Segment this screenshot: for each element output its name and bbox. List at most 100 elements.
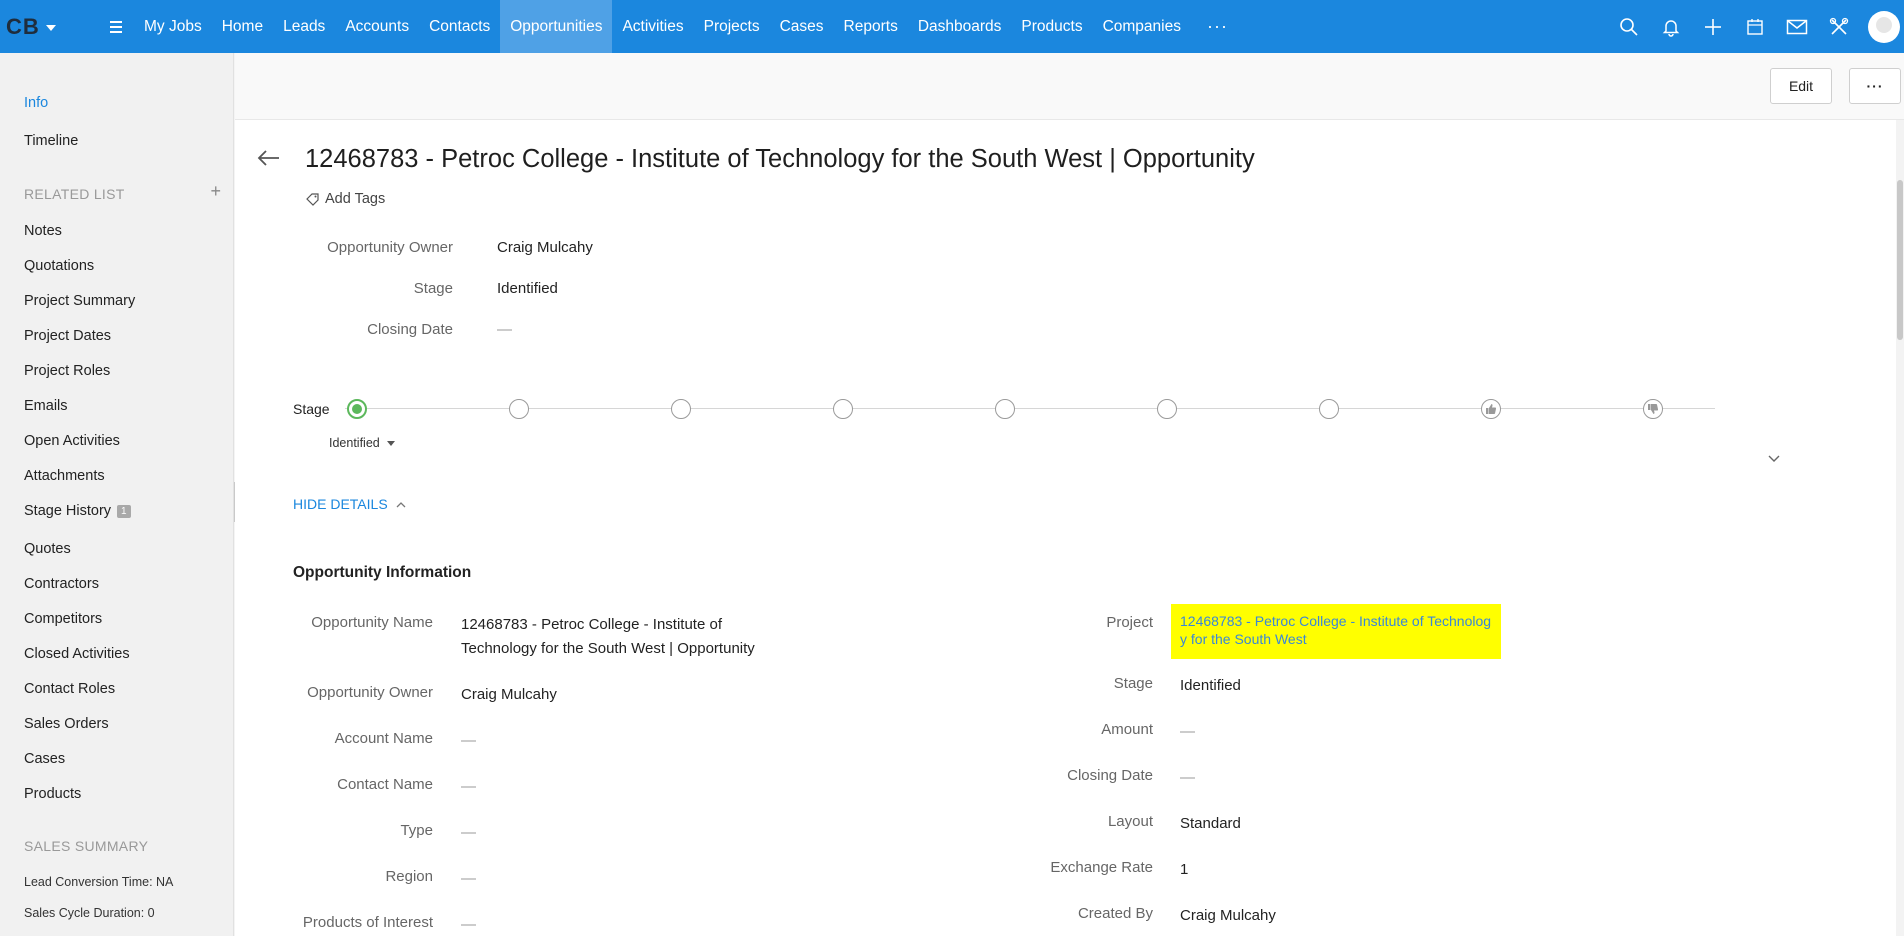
avatar[interactable] [1868,10,1900,43]
sidebar-item-contact-roles[interactable]: Contact Roles [24,681,115,697]
field-label-region: Region [385,868,433,885]
mail-icon[interactable] [1776,0,1818,53]
stage-closed-lost-step[interactable] [1643,399,1663,419]
nav-item-home[interactable]: Home [212,0,273,53]
nav-more-button[interactable]: ··· [1191,0,1244,53]
thumbs-up-icon [1486,404,1497,414]
sidebar-item-timeline[interactable]: Timeline [24,133,78,149]
calendar-icon[interactable] [1734,0,1776,53]
bell-icon[interactable] [1650,0,1692,53]
tools-icon[interactable] [1818,0,1860,53]
scrollbar-thumb[interactable] [1897,180,1903,340]
sidebar-item-closed-activities[interactable]: Closed Activities [24,646,130,662]
related-list-title: RELATED LIST [24,186,125,202]
summary-closing-date-label: Closing Date [367,321,453,338]
scrollbar[interactable] [1896,120,1904,936]
stage-step-7[interactable] [1319,399,1339,419]
add-tags-button[interactable]: Add Tags [305,191,385,207]
stage-step-3[interactable] [671,399,691,419]
stage-dropdown[interactable]: Identified [329,436,395,450]
nav-item-activities[interactable]: Activities [612,0,693,53]
sidebar-item-project-roles[interactable]: Project Roles [24,363,110,379]
sidebar-item-project-dates[interactable]: Project Dates [24,328,111,344]
nav-item-contacts[interactable]: Contacts [419,0,500,53]
sidebar-item-quotes[interactable]: Quotes [24,541,71,557]
sidebar-item-quotations[interactable]: Quotations [24,258,94,274]
field-label-contact-name: Contact Name [337,776,433,793]
field-value-type: — [461,824,476,841]
back-arrow-icon[interactable] [257,149,281,172]
brand-caret-icon [45,24,56,31]
field-value-opportunity-name: 12468783 - Petroc College - Institute of… [461,616,755,657]
stage-step-5[interactable] [995,399,1015,419]
brand-menu[interactable]: CB [0,0,98,53]
nav-item-products[interactable]: Products [1011,0,1092,53]
stage-history-count-badge: 1 [117,504,131,518]
field-value-amount: — [1180,723,1195,740]
section-title: Opportunity Information [293,564,472,581]
hide-details-toggle[interactable]: HIDE DETAILS [293,496,406,512]
field-value-closing-date: — [1180,769,1195,786]
stage-expand-icon[interactable] [1768,450,1780,468]
chevron-up-icon [396,501,406,507]
nav-item-reports[interactable]: Reports [834,0,908,53]
sidebar-item-stage-history[interactable]: Stage History 1 [24,503,131,519]
stage-progress-line [345,408,1715,409]
search-icon[interactable] [1608,0,1650,53]
sales-summary-title: SALES SUMMARY [24,838,149,854]
nav-item-dashboards[interactable]: Dashboards [908,0,1012,53]
nav-item-accounts[interactable]: Accounts [335,0,419,53]
stage-progress-label: Stage [293,401,330,417]
summary-stage-label: Stage [413,280,453,297]
nav-item-projects[interactable]: Projects [694,0,770,53]
hamburger-icon[interactable] [98,20,134,33]
sidebar-item-products[interactable]: Products [24,786,81,802]
brand-logo: CB [6,13,40,39]
sidebar-item-project-summary[interactable]: Project Summary [24,293,135,309]
stage-dropdown-value: Identified [329,436,380,450]
plus-icon[interactable] [1692,0,1734,53]
sidebar-item-open-activities[interactable]: Open Activities [24,433,120,449]
sidebar-item-sales-orders[interactable]: Sales Orders [24,716,109,732]
field-value-exchange-rate: 1 [1180,861,1189,878]
stage-step-4[interactable] [833,399,853,419]
main-content: Edit ··· 12468783 - Petroc College - Ins… [235,53,1904,936]
nav-item-my-jobs[interactable]: My Jobs [134,0,212,53]
nav-item-cases[interactable]: Cases [770,0,834,53]
field-value-region: — [461,870,476,887]
stage-closed-won-step[interactable] [1481,399,1501,419]
stage-step-6[interactable] [1157,399,1177,419]
lead-conversion-time: Lead Conversion Time: NA [24,875,174,889]
hide-details-label: HIDE DETAILS [293,496,388,512]
sidebar-item-contractors[interactable]: Contractors [24,576,99,592]
sidebar-item-competitors[interactable]: Competitors [24,611,102,627]
stage-step-2[interactable] [509,399,529,419]
field-label-opportunity-owner: Opportunity Owner [307,684,433,701]
tag-icon [306,193,319,206]
add-related-list-button[interactable]: + [210,181,221,202]
nav-item-opportunities[interactable]: Opportunities [500,0,613,53]
field-label-products-of-interest: Products of Interest [302,914,433,931]
field-label-opportunity-name: Opportunity Name [311,614,433,631]
summary-closing-date-value: — [497,321,512,338]
field-label-amount: Amount [1101,721,1153,738]
nav-item-leads[interactable]: Leads [273,0,335,53]
field-label-created-by: Created By [1077,905,1153,922]
sidebar-item-cases[interactable]: Cases [24,751,65,767]
more-actions-button[interactable]: ··· [1849,68,1901,104]
nav-right-icons [1608,0,1904,53]
field-value-created-by: Craig Mulcahy [1180,907,1276,924]
sidebar: Info Timeline RELATED LIST + Notes Quota… [0,53,234,936]
field-label-exchange-rate: Exchange Rate [1050,859,1153,876]
field-value-products-of-interest: — [461,916,476,933]
sidebar-item-emails[interactable]: Emails [24,398,68,414]
sidebar-item-attachments[interactable]: Attachments [24,468,105,484]
sidebar-item-info[interactable]: Info [24,95,48,111]
edit-button[interactable]: Edit [1770,68,1832,104]
nav-item-companies[interactable]: Companies [1093,0,1191,53]
sidebar-item-notes[interactable]: Notes [24,223,62,239]
stage-step-1[interactable] [347,399,367,419]
field-value-project-link[interactable]: 12468783 - Petroc College - Institute of… [1171,604,1501,659]
field-label-project: Project [1106,614,1153,631]
field-value-account-name: — [461,732,476,749]
